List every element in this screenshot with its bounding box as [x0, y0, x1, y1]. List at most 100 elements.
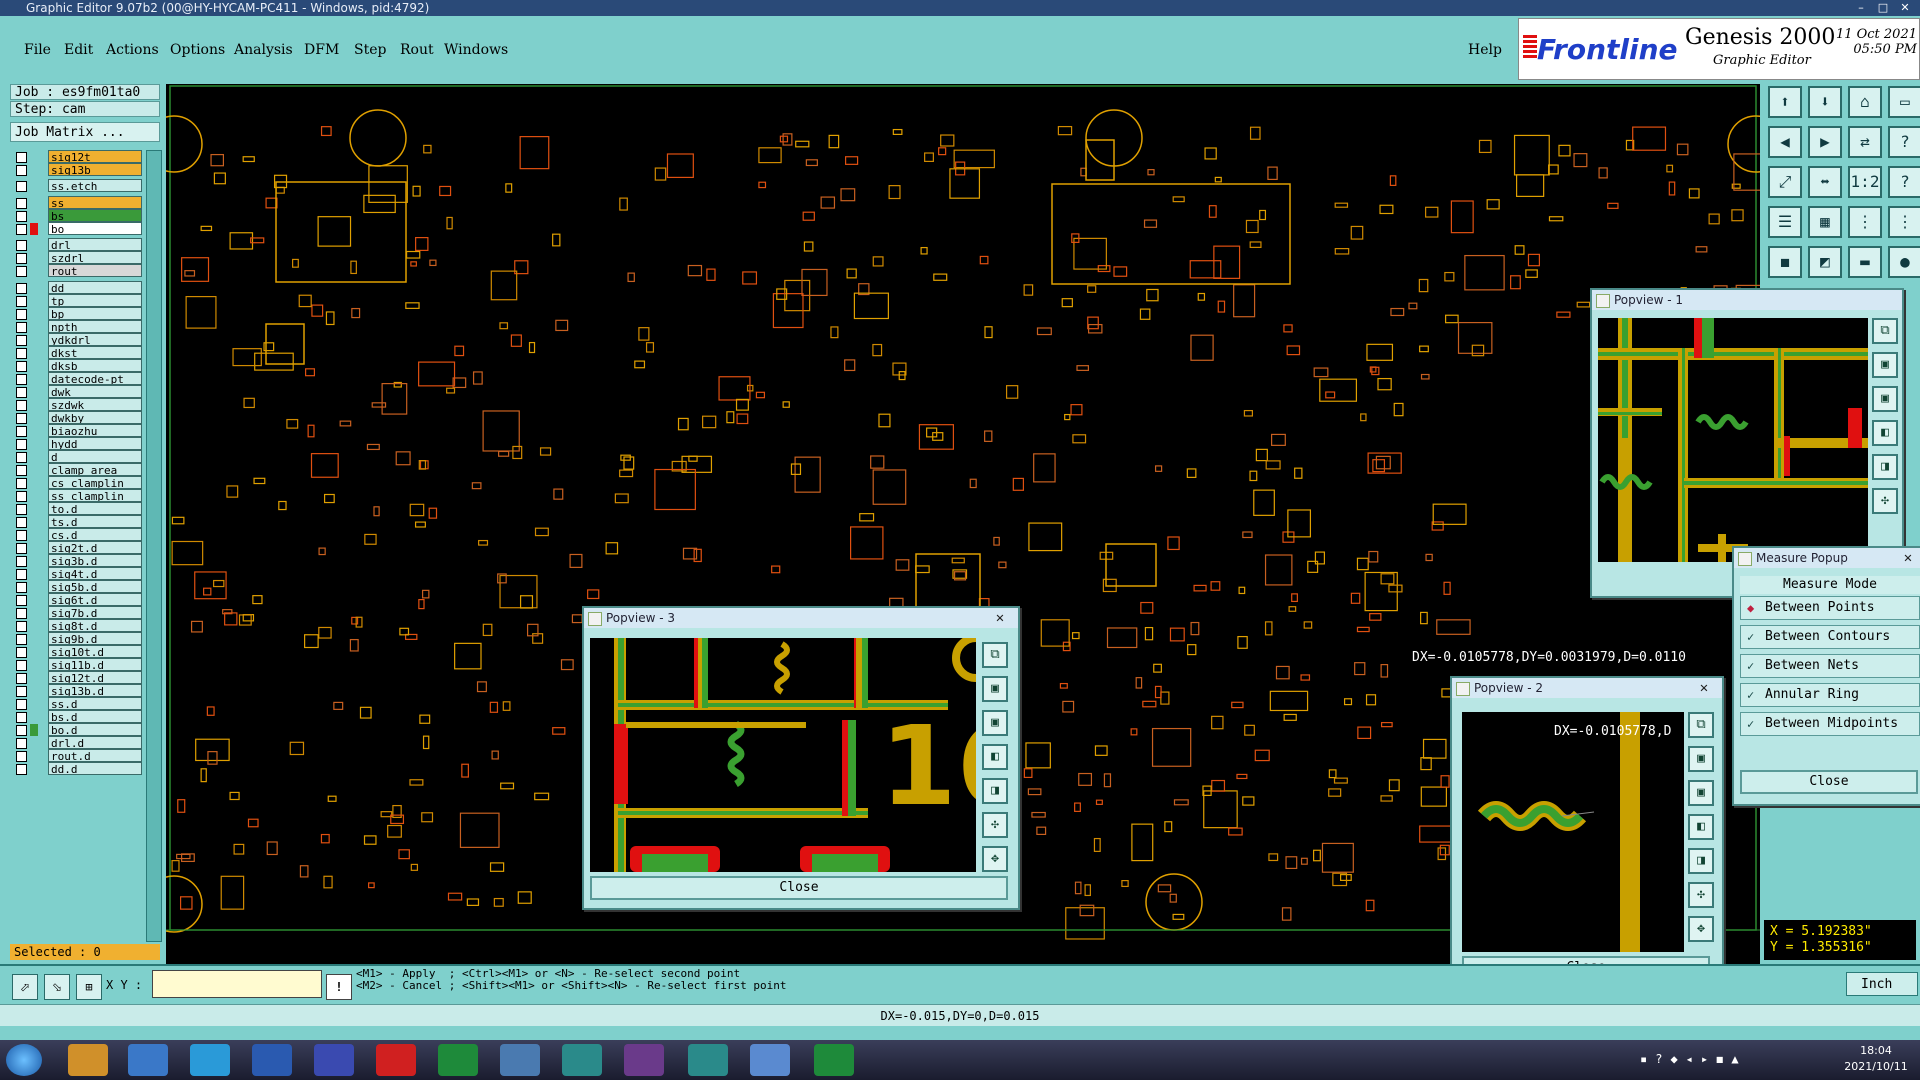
layer-checkbox[interactable] — [16, 712, 27, 723]
layer-name[interactable]: biaozhu — [48, 424, 142, 437]
layer-checkbox[interactable] — [16, 400, 27, 411]
layer-name[interactable]: dkst — [48, 346, 142, 359]
eye-app-icon[interactable] — [562, 1044, 602, 1076]
layer-checkbox[interactable] — [16, 439, 27, 450]
layer-row[interactable]: sig12t.d — [12, 671, 142, 685]
layer-row[interactable]: rout — [12, 264, 142, 278]
close-icon[interactable]: ✕ — [1894, 549, 1920, 567]
pan-down-icon[interactable]: ▣ — [1688, 780, 1714, 806]
layer-name[interactable]: datecode-pt — [48, 372, 142, 385]
layer-row[interactable]: sig13b — [12, 163, 142, 177]
popview-3-view[interactable]: 16 — [590, 638, 976, 872]
layer-name[interactable]: dwk — [48, 385, 142, 398]
layer-row[interactable]: sig9b.d — [12, 632, 142, 646]
popview-3-titlebar[interactable]: Popview - 3 — [584, 608, 1018, 628]
layer-name[interactable]: d — [48, 450, 142, 463]
minimize-button[interactable]: – — [1850, 0, 1872, 16]
layer-checkbox[interactable] — [16, 413, 27, 424]
messenger-icon[interactable] — [190, 1044, 230, 1076]
calculator-icon[interactable] — [750, 1044, 790, 1076]
help-icon[interactable]: ? — [1888, 126, 1920, 158]
home-icon[interactable]: ⌂ — [1848, 86, 1882, 118]
layer-checkbox[interactable] — [16, 240, 27, 251]
layer-row[interactable]: bs — [12, 209, 142, 223]
layer-checkbox[interactable] — [16, 478, 27, 489]
layer-checkbox[interactable] — [16, 387, 27, 398]
p-app-icon[interactable] — [814, 1044, 854, 1076]
snap-alt-icon[interactable]: ⋮ — [1888, 206, 1920, 238]
zoom-in-icon[interactable]: ✣ — [1872, 488, 1898, 514]
layer-scrollbar[interactable] — [146, 150, 162, 942]
menu-step[interactable]: Step — [354, 42, 386, 58]
layer-checkbox[interactable] — [16, 738, 27, 749]
layer-checkbox[interactable] — [16, 699, 27, 710]
measure-titlebar[interactable]: Measure Popup — [1734, 548, 1920, 568]
layer-row[interactable]: tp — [12, 294, 142, 308]
layer-checkbox[interactable] — [16, 374, 27, 385]
layer-checkbox[interactable] — [16, 764, 27, 775]
x-app-icon[interactable] — [624, 1044, 664, 1076]
layer-checkbox[interactable] — [16, 569, 27, 580]
popview-1-view[interactable] — [1598, 318, 1868, 562]
layer-name[interactable]: drl.d — [48, 736, 142, 749]
layer-row[interactable]: sig4t.d — [12, 567, 142, 581]
dot-icon[interactable]: ● — [1888, 246, 1920, 278]
layer-row[interactable]: dkst — [12, 346, 142, 360]
layer-row[interactable]: to.d — [12, 502, 142, 516]
layer-checkbox[interactable] — [16, 608, 27, 619]
layer-name[interactable]: bo.d — [48, 723, 142, 736]
layer-name[interactable]: sig3b.d — [48, 554, 142, 567]
layer-row[interactable]: npth — [12, 320, 142, 334]
pan-left-icon[interactable]: ◧ — [1872, 420, 1898, 446]
layer-row[interactable]: drl — [12, 238, 142, 252]
layer-name[interactable]: sig12t — [48, 150, 142, 163]
layer-name[interactable]: cs_clamplin — [48, 476, 142, 489]
layer-checkbox[interactable] — [16, 165, 27, 176]
layer-row[interactable]: sig2t.d — [12, 541, 142, 555]
list-icon[interactable]: ☰ — [1768, 206, 1802, 238]
menu-dfm[interactable]: DFM — [304, 42, 339, 58]
zoom-fit-icon[interactable]: ⧉ — [1872, 318, 1898, 344]
pan-icon[interactable]: ⬌ — [1808, 166, 1842, 198]
menu-help[interactable]: Help — [1468, 42, 1502, 58]
swap-icon[interactable]: ⇄ — [1848, 126, 1882, 158]
layer-name[interactable]: bp — [48, 307, 142, 320]
layer-name[interactable]: ydkdrl — [48, 333, 142, 346]
layer-checkbox[interactable] — [16, 465, 27, 476]
layer-row[interactable]: dd — [12, 281, 142, 295]
layer-name[interactable]: rout.d — [48, 749, 142, 762]
mode-between-points[interactable]: ◆ Between Points — [1740, 596, 1920, 620]
genesis-eye-icon[interactable] — [688, 1044, 728, 1076]
layer-checkbox[interactable] — [16, 152, 27, 163]
layer-row[interactable]: cs_clamplin — [12, 476, 142, 490]
menu-analysis[interactable]: Analysis — [234, 42, 293, 58]
layer-name[interactable]: ss.d — [48, 697, 142, 710]
layer-row[interactable]: sig3b.d — [12, 554, 142, 568]
layer-row[interactable]: ss.d — [12, 697, 142, 711]
snap-icon[interactable]: ⋮ — [1848, 206, 1882, 238]
save-disk-icon[interactable] — [314, 1044, 354, 1076]
layer-checkbox[interactable] — [16, 266, 27, 277]
layer-checkbox[interactable] — [16, 361, 27, 372]
tool-app-icon[interactable] — [500, 1044, 540, 1076]
layer-name[interactable]: tp — [48, 294, 142, 307]
layer-checkbox[interactable] — [16, 725, 27, 736]
layer-checkbox[interactable] — [16, 309, 27, 320]
zoom-in-icon[interactable]: ✣ — [1688, 882, 1714, 908]
layer-name[interactable]: sig7b.d — [48, 606, 142, 619]
layer-row[interactable]: sig12t — [12, 150, 142, 164]
layer-row[interactable]: ss_clamplin — [12, 489, 142, 503]
xy-input[interactable] — [152, 970, 322, 998]
layer-name[interactable]: bo — [48, 222, 142, 235]
zoom-fit-icon[interactable]: ⧉ — [1688, 712, 1714, 738]
layer-name[interactable]: sig5b.d — [48, 580, 142, 593]
start-button-icon[interactable] — [6, 1044, 42, 1076]
layer-checkbox[interactable] — [16, 634, 27, 645]
layer-row[interactable]: bo.d — [12, 723, 142, 737]
layer-checkbox[interactable] — [16, 556, 27, 567]
layer-name[interactable]: szdrl — [48, 251, 142, 264]
layer-row[interactable]: sig13b.d — [12, 684, 142, 698]
ruler-icon[interactable]: ▬ — [1848, 246, 1882, 278]
layer-row[interactable]: bo — [12, 222, 142, 236]
zoom-out-icon[interactable]: ✥ — [1688, 916, 1714, 942]
